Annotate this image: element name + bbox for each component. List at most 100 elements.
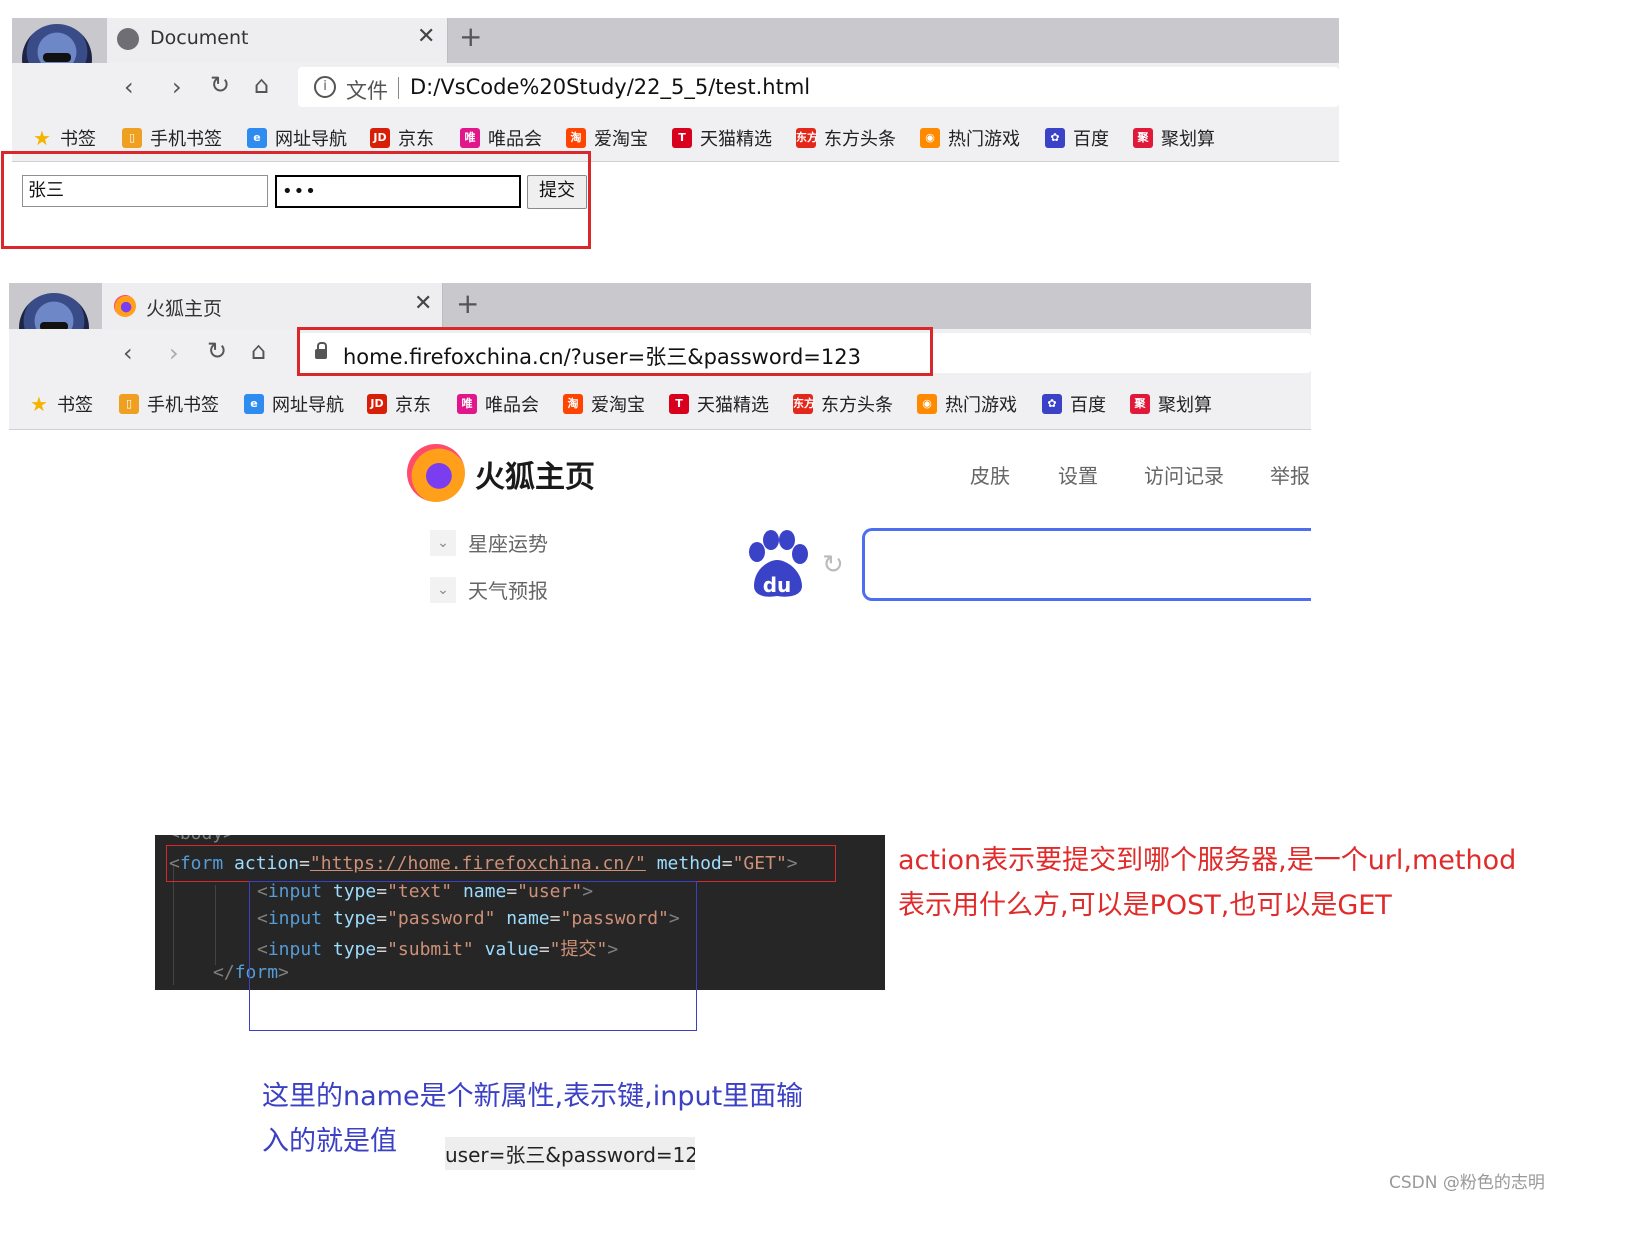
bookmark-item[interactable]: 淘爱淘宝 — [566, 125, 648, 151]
bookmark-label: 唯品会 — [485, 395, 539, 416]
juhuasuan-icon: 聚 — [1133, 128, 1153, 148]
bookmark-item[interactable]: ✿ 百度 — [1045, 125, 1109, 151]
vip-icon: 唯 — [460, 128, 480, 148]
bookmark-label: 天猫精选 — [697, 395, 769, 416]
tab-document[interactable]: Document ✕ — [107, 18, 448, 63]
nav-report[interactable]: 举报 — [1270, 460, 1310, 489]
bookmark-item[interactable]: ✿ 百度 — [1042, 391, 1106, 417]
tab-strip: 火狐主页 ✕ + — [9, 283, 1311, 363]
taobao-icon: 淘 — [566, 128, 586, 148]
site-nav-icon: e — [244, 394, 264, 414]
tab-strip: Document ✕ + — [12, 18, 1339, 94]
tab-title: Document — [150, 27, 249, 49]
edge-icon — [117, 28, 139, 50]
jd-icon: JD — [367, 394, 387, 414]
taobao-icon: 淘 — [563, 394, 583, 414]
bookmark-item[interactable]: ◉ 热门游戏 — [917, 391, 1017, 417]
nav-settings[interactable]: 设置 — [1058, 460, 1098, 489]
username-input[interactable]: 张三 — [22, 175, 268, 207]
bookmark-label: 热门游戏 — [948, 129, 1020, 150]
code-line-body: <body> — [169, 835, 234, 844]
close-icon[interactable]: ✕ — [414, 291, 432, 316]
info-icon: i — [314, 76, 336, 98]
games-icon: ◉ — [917, 394, 937, 414]
vip-icon: 唯 — [457, 394, 477, 414]
dropdown-weather[interactable]: ⌄ 天气预报 — [430, 575, 548, 604]
password-input[interactable]: ••• — [275, 175, 521, 208]
bookmark-item[interactable]: e 网址导航 — [247, 125, 347, 151]
annotation-red: action表示要提交到哪个服务器,是一个url,method 表示用什么方,可… — [898, 838, 1618, 928]
back-icon[interactable]: ‹ — [123, 339, 133, 367]
search-input[interactable] — [862, 528, 1311, 601]
bookmark-label: 网址导航 — [275, 129, 347, 150]
bookmark-label: 聚划算 — [1158, 395, 1212, 416]
home-icon[interactable]: ⌂ — [254, 71, 269, 99]
firefox-icon — [114, 295, 136, 317]
new-tab-button[interactable]: + — [456, 287, 479, 320]
star-icon: ★ — [33, 126, 51, 150]
annotation-red-line: action表示要提交到哪个服务器,是一个url,method — [898, 845, 1517, 876]
tmall-icon: T — [669, 394, 689, 414]
address-bar[interactable]: i 文件 D:/VsCode%20Study/22_5_5/test.html — [298, 67, 1339, 107]
bookmark-item[interactable]: 唯唯品会 — [457, 391, 539, 417]
bookmark-label: 书签 — [57, 395, 93, 416]
nav-history[interactable]: 访问记录 — [1144, 460, 1224, 489]
bookmark-item[interactable]: 聚聚划算 — [1133, 125, 1215, 151]
annotation-red-line: 表示用什么方,可以是POST,也可以是GET — [898, 890, 1392, 921]
bookmark-label: 京东 — [395, 395, 431, 416]
url-highlight-box — [297, 327, 933, 376]
bookmark-item[interactable]: ★ 书签 — [32, 125, 96, 151]
bookmark-item[interactable]: ▯ 手机书签 — [119, 391, 219, 417]
jd-icon: JD — [370, 128, 390, 148]
dropdown-horoscope[interactable]: ⌄ 星座运势 — [430, 528, 548, 557]
bookmark-item[interactable]: ★ 书签 — [29, 391, 93, 417]
firefox-logo — [407, 444, 465, 502]
tmall-icon: T — [672, 128, 692, 148]
bookmarks-bar: ★ 书签 ▯ 手机书签 e 网址导航 JD 京东唯唯品会淘爱淘宝 T 天猫精选 东方 东方头条 ◉ 热门游… — [9, 377, 1311, 430]
browser-window-document: Document ✕ + ‹ › ↻ ⌂ i 文件 D:/VsCode%20St… — [12, 18, 1339, 162]
reload-icon[interactable]: ↻ — [210, 71, 230, 99]
nav-bar: ‹ › ↻ ⌂ i 文件 D:/VsCode%20Study/22_5_5/te… — [12, 63, 1339, 111]
annotation-blue-line: 这里的name是个新属性,表示键,input里面输 — [262, 1081, 804, 1112]
url-divider — [398, 77, 399, 99]
bookmark-item[interactable]: e 网址导航 — [244, 391, 344, 417]
bookmark-label: 唯品会 — [488, 129, 542, 150]
firefox-home-title: 火狐主页 — [475, 460, 595, 495]
games-icon: ◉ — [920, 128, 940, 148]
baidu-icon: ✿ — [1042, 394, 1062, 414]
forward-icon[interactable]: › — [172, 73, 182, 101]
bookmark-item[interactable]: T 天猫精选 — [669, 391, 769, 417]
bookmark-label: 热门游戏 — [945, 395, 1017, 416]
refresh-engine-icon[interactable]: ↻ — [822, 550, 844, 580]
chevron-down-icon: ⌄ — [430, 576, 456, 603]
bookmark-item[interactable]: JD 京东 — [370, 125, 434, 151]
nav-skin[interactable]: 皮肤 — [970, 460, 1010, 489]
submit-button[interactable]: 提交 — [527, 175, 587, 209]
bookmark-item[interactable]: 淘爱淘宝 — [563, 391, 645, 417]
close-icon[interactable]: ✕ — [417, 24, 435, 49]
bookmark-label: 京东 — [398, 129, 434, 150]
bookmark-item[interactable]: T 天猫精选 — [672, 125, 772, 151]
bookmark-item[interactable]: 东方 东方头条 — [793, 391, 893, 417]
back-icon[interactable]: ‹ — [124, 73, 134, 101]
new-tab-button[interactable]: + — [459, 20, 482, 53]
bookmark-label: 爱淘宝 — [591, 395, 645, 416]
bookmark-label: 天猫精选 — [700, 129, 772, 150]
baidu-icon: ✿ — [1045, 128, 1065, 148]
bookmark-item[interactable]: JD 京东 — [367, 391, 431, 417]
mobile-bookmark-icon: ▯ — [122, 128, 142, 148]
indent-guide — [173, 865, 174, 985]
tab-firefox-home[interactable]: 火狐主页 ✕ — [102, 283, 443, 329]
dftt-icon: 东方 — [793, 394, 815, 414]
reload-icon[interactable]: ↻ — [207, 337, 227, 365]
bookmark-item[interactable]: 聚聚划算 — [1130, 391, 1212, 417]
bookmark-item[interactable]: ▯ 手机书签 — [122, 125, 222, 151]
bookmark-item[interactable]: ◉ 热门游戏 — [920, 125, 1020, 151]
bookmark-label: 网址导航 — [272, 395, 344, 416]
home-icon[interactable]: ⌂ — [251, 337, 266, 365]
bookmark-label: 百度 — [1073, 129, 1109, 150]
bookmark-item[interactable]: 东方 东方头条 — [796, 125, 896, 151]
bookmark-item[interactable]: 唯唯品会 — [460, 125, 542, 151]
baidu-paw-icon[interactable]: du — [744, 530, 810, 600]
forward-icon[interactable]: › — [169, 339, 179, 367]
